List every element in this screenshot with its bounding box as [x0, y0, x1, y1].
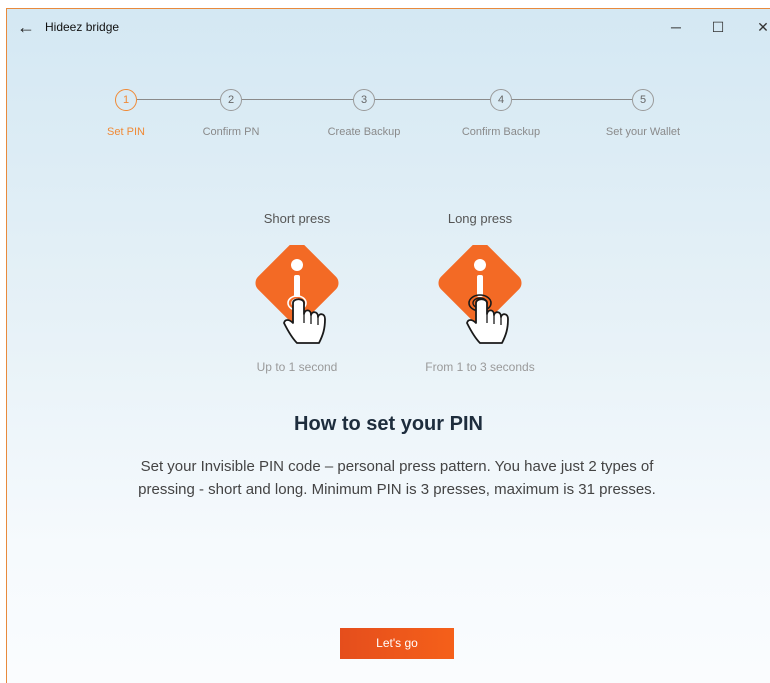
page-heading: How to set your PIN	[294, 413, 483, 435]
instructions-text: Set your Invisible PIN code – personal p…	[138, 458, 656, 498]
app-window: ← Hideez bridge ─ ☐ ✕ 1 2 3 4 5 Set PIN …	[6, 8, 770, 683]
short-press-title: Short press	[263, 211, 331, 226]
long-press-illustration	[430, 241, 530, 355]
step-5-circle: 5	[632, 89, 654, 111]
setup-stepper: 1 2 3 4 5 Set PIN Confirm PN Create Back…	[7, 89, 770, 149]
step-2-circle: 2	[220, 89, 242, 111]
lets-go-button[interactable]: Let's go	[340, 628, 454, 659]
minimize-button[interactable]: ─	[664, 15, 688, 39]
short-press-illustration	[247, 241, 347, 355]
step-5-label: Set your Wallet	[605, 126, 681, 138]
step-3-label: Create Backup	[327, 126, 401, 138]
step-3-circle: 3	[353, 89, 375, 111]
step-1-circle: 1	[115, 89, 137, 111]
step-4-circle: 4	[490, 89, 512, 111]
close-button[interactable]: ✕	[751, 15, 770, 39]
step-connector	[512, 99, 632, 100]
maximize-button[interactable]: ☐	[706, 15, 730, 39]
long-press-hint: From 1 to 3 seconds	[425, 360, 535, 374]
step-1-label: Set PIN	[107, 126, 145, 138]
app-title: Hideez bridge	[45, 20, 120, 34]
hideez-key-icon	[255, 241, 339, 344]
short-press-hint: Up to 1 second	[256, 360, 338, 374]
step-4-label: Confirm Backup	[461, 126, 541, 138]
titlebar: ← Hideez bridge ─ ☐ ✕	[7, 9, 770, 45]
step-connector	[137, 99, 220, 100]
step-connector	[242, 99, 353, 100]
long-press-title: Long press	[447, 211, 513, 226]
step-2-label: Confirm PN	[202, 126, 260, 138]
step-connector	[375, 99, 490, 100]
back-arrow-icon[interactable]: ←	[15, 17, 37, 37]
hideez-key-icon	[438, 241, 522, 344]
